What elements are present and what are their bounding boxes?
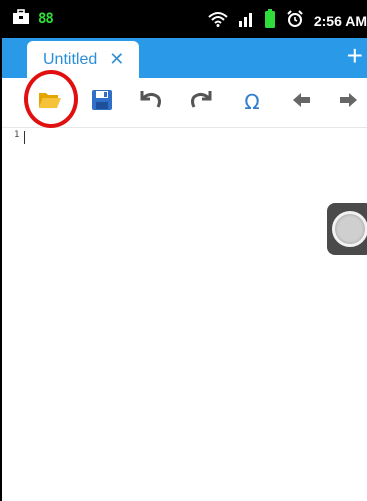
text-editor[interactable]: 1 xyxy=(2,128,367,501)
battery-counter: 88 xyxy=(38,11,54,27)
floppy-disk-icon xyxy=(91,89,113,115)
status-time: 2:56 AM xyxy=(313,13,367,29)
special-characters-button[interactable]: Ω xyxy=(236,86,268,118)
status-bar-left: 88 xyxy=(12,9,54,29)
floating-assistive-button[interactable] xyxy=(327,203,367,255)
battery-icon xyxy=(264,9,276,33)
redo-icon xyxy=(190,89,214,115)
redo-button[interactable] xyxy=(186,86,218,118)
next-button[interactable] xyxy=(332,86,364,118)
omega-icon: Ω xyxy=(244,90,260,114)
briefcase-icon xyxy=(12,9,30,29)
line-number: 1 xyxy=(14,130,20,140)
status-bar: 88 2:56 AM xyxy=(2,0,367,38)
screen-frame: 88 2:56 AM Untitled ✕ + Ω 1 xyxy=(0,0,367,501)
arrow-right-icon xyxy=(338,91,358,113)
close-tab-icon[interactable]: ✕ xyxy=(109,50,124,69)
undo-icon xyxy=(138,89,162,115)
highlight-annotation xyxy=(24,70,78,128)
undo-button[interactable] xyxy=(134,86,166,118)
status-bar-right: 2:56 AM xyxy=(208,9,367,33)
text-caret xyxy=(24,131,25,144)
wifi-icon xyxy=(208,11,228,31)
previous-button[interactable] xyxy=(286,86,318,118)
signal-icon xyxy=(238,11,254,31)
save-button[interactable] xyxy=(86,86,118,118)
alarm-icon xyxy=(286,10,304,32)
tab-label: Untitled xyxy=(43,50,98,68)
circle-icon xyxy=(332,211,367,247)
add-tab-button[interactable]: + xyxy=(347,42,363,70)
arrow-left-icon xyxy=(292,91,312,113)
